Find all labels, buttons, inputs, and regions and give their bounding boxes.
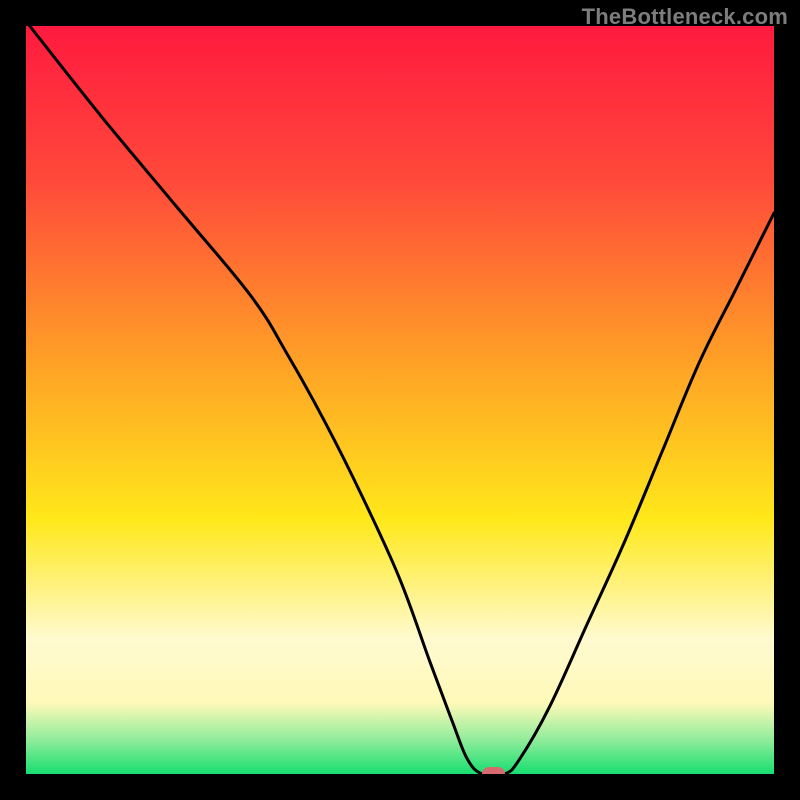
- chart-frame: TheBottleneck.com: [0, 0, 800, 800]
- bottleneck-curve: [26, 26, 774, 774]
- watermark-text: TheBottleneck.com: [582, 4, 788, 30]
- plot-area: [26, 26, 774, 774]
- optimal-marker: [482, 767, 506, 774]
